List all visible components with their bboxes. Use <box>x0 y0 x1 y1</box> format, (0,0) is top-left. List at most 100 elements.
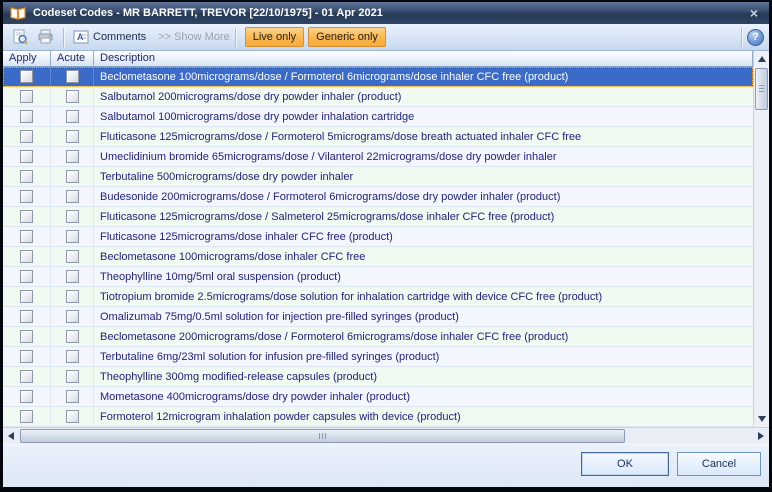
acute-cell <box>51 187 94 206</box>
table-rows: Beclometasone 100micrograms/dose / Formo… <box>3 67 753 427</box>
table-row[interactable]: Umeclidinium bromide 65micrograms/dose /… <box>3 147 753 167</box>
print-preview-icon <box>12 29 29 46</box>
table-row[interactable]: Mometasone 400micrograms/dose dry powder… <box>3 387 753 407</box>
apply-checkbox[interactable] <box>20 350 33 363</box>
acute-checkbox[interactable] <box>66 130 79 143</box>
row-description: Beclometasone 100micrograms/dose / Formo… <box>94 67 753 86</box>
vertical-scrollbar-thumb[interactable] <box>755 68 768 110</box>
acute-checkbox[interactable] <box>66 250 79 263</box>
acute-checkbox[interactable] <box>66 150 79 163</box>
apply-cell <box>3 227 51 246</box>
table-row[interactable]: Budesonide 200micrograms/dose / Formoter… <box>3 187 753 207</box>
apply-checkbox[interactable] <box>20 170 33 183</box>
table-row[interactable]: Theophylline 300mg modified-release caps… <box>3 367 753 387</box>
acute-checkbox[interactable] <box>66 210 79 223</box>
apply-checkbox[interactable] <box>20 270 33 283</box>
column-header-acute[interactable]: Acute <box>51 51 94 66</box>
acute-checkbox[interactable] <box>66 230 79 243</box>
book-icon <box>10 6 26 20</box>
table-row[interactable]: Salbutamol 100micrograms/dose dry powder… <box>3 107 753 127</box>
acute-checkbox[interactable] <box>66 330 79 343</box>
acute-cell <box>51 407 94 426</box>
generic-only-toggle[interactable]: Generic only <box>308 27 386 47</box>
table-row[interactable]: Fluticasone 125micrograms/dose inhaler C… <box>3 227 753 247</box>
row-description: Fluticasone 125micrograms/dose / Salmete… <box>94 207 753 226</box>
acute-checkbox[interactable] <box>66 70 79 83</box>
scroll-left-icon[interactable] <box>8 432 14 440</box>
vertical-scrollbar[interactable] <box>753 51 769 427</box>
row-description: Terbutaline 500micrograms/dose dry powde… <box>94 167 753 186</box>
row-description: Fluticasone 125micrograms/dose inhaler C… <box>94 227 753 246</box>
acute-checkbox[interactable] <box>66 270 79 283</box>
acute-checkbox[interactable] <box>66 310 79 323</box>
acute-checkbox[interactable] <box>66 90 79 103</box>
close-icon[interactable]: × <box>746 6 762 20</box>
table-row[interactable]: Tiotropium bromide 2.5micrograms/dose so… <box>3 287 753 307</box>
cancel-button[interactable]: Cancel <box>677 452 761 476</box>
ok-button[interactable]: OK <box>581 452 669 476</box>
apply-checkbox[interactable] <box>20 150 33 163</box>
table-row[interactable]: Terbutaline 500micrograms/dose dry powde… <box>3 167 753 187</box>
row-description: Budesonide 200micrograms/dose / Formoter… <box>94 187 753 206</box>
apply-checkbox[interactable] <box>20 230 33 243</box>
comments-button[interactable]: A Comments <box>69 28 150 46</box>
table-row[interactable]: Terbutaline 6mg/23ml solution for infusi… <box>3 347 753 367</box>
horizontal-scrollbar[interactable] <box>3 427 769 444</box>
apply-checkbox[interactable] <box>20 310 33 323</box>
apply-checkbox[interactable] <box>20 190 33 203</box>
acute-checkbox[interactable] <box>66 170 79 183</box>
acute-cell <box>51 207 94 226</box>
acute-checkbox[interactable] <box>66 190 79 203</box>
acute-checkbox[interactable] <box>66 290 79 303</box>
apply-cell <box>3 307 51 326</box>
acute-cell <box>51 87 94 106</box>
apply-checkbox[interactable] <box>20 290 33 303</box>
apply-checkbox[interactable] <box>20 250 33 263</box>
horizontal-scrollbar-thumb[interactable] <box>20 429 625 443</box>
print-button[interactable] <box>33 27 58 47</box>
table-row[interactable]: Fluticasone 125micrograms/dose / Salmete… <box>3 207 753 227</box>
table-row[interactable]: Fluticasone 125micrograms/dose / Formote… <box>3 127 753 147</box>
row-description: Omalizumab 75mg/0.5ml solution for injec… <box>94 307 753 326</box>
table-row[interactable]: Theophylline 10mg/5ml oral suspension (p… <box>3 267 753 287</box>
acute-cell <box>51 387 94 406</box>
acute-checkbox[interactable] <box>66 390 79 403</box>
column-header-description[interactable]: Description <box>94 51 753 66</box>
table-row[interactable]: Formoterol 12microgram inhalation powder… <box>3 407 753 427</box>
apply-checkbox[interactable] <box>20 90 33 103</box>
acute-cell <box>51 307 94 326</box>
scroll-down-icon[interactable] <box>758 416 766 422</box>
apply-checkbox[interactable] <box>20 130 33 143</box>
apply-checkbox[interactable] <box>20 330 33 343</box>
apply-cell <box>3 327 51 346</box>
apply-checkbox[interactable] <box>20 110 33 123</box>
apply-checkbox[interactable] <box>20 70 33 83</box>
table-row[interactable]: Beclometasone 100micrograms/dose / Formo… <box>3 67 753 87</box>
scroll-right-icon[interactable] <box>758 432 764 440</box>
apply-cell <box>3 387 51 406</box>
acute-checkbox[interactable] <box>66 410 79 423</box>
apply-checkbox[interactable] <box>20 210 33 223</box>
toolbar: A Comments >> Show More Live only Generi… <box>3 24 769 51</box>
acute-checkbox[interactable] <box>66 370 79 383</box>
table-row[interactable]: Beclometasone 100micrograms/dose inhaler… <box>3 247 753 267</box>
apply-checkbox[interactable] <box>20 390 33 403</box>
row-description: Theophylline 10mg/5ml oral suspension (p… <box>94 267 753 286</box>
acute-checkbox[interactable] <box>66 110 79 123</box>
apply-checkbox[interactable] <box>20 370 33 383</box>
column-header-apply[interactable]: Apply <box>3 51 51 66</box>
codeset-table: Apply Acute Description Beclometasone 10… <box>3 51 769 427</box>
apply-checkbox[interactable] <box>20 410 33 423</box>
acute-checkbox[interactable] <box>66 350 79 363</box>
table-row[interactable]: Beclometasone 200micrograms/dose / Formo… <box>3 327 753 347</box>
table-row[interactable]: Salbutamol 200micrograms/dose dry powder… <box>3 87 753 107</box>
row-description: Beclometasone 200micrograms/dose / Formo… <box>94 327 753 346</box>
help-icon[interactable]: ? <box>747 29 764 46</box>
show-more-link[interactable]: >> Show More <box>158 31 230 43</box>
table-row[interactable]: Omalizumab 75mg/0.5ml solution for injec… <box>3 307 753 327</box>
scroll-up-icon[interactable] <box>758 56 766 62</box>
live-only-toggle[interactable]: Live only <box>245 27 304 47</box>
apply-cell <box>3 347 51 366</box>
print-preview-button[interactable] <box>8 27 33 48</box>
apply-cell <box>3 127 51 146</box>
